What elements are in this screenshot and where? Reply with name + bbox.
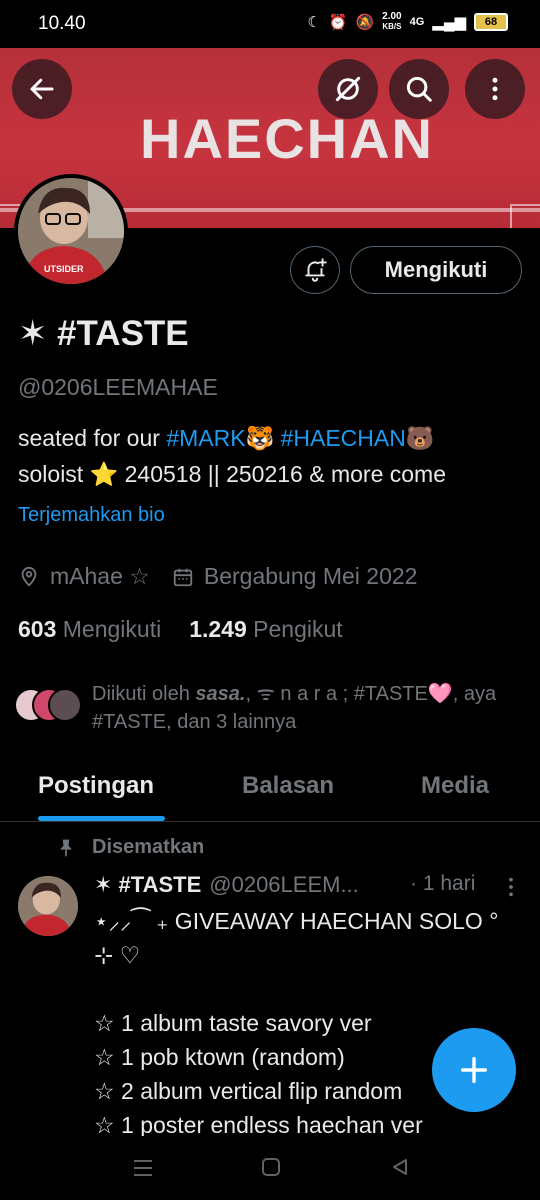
hashtag-haechan[interactable]: #HAECHAN🐻 bbox=[281, 425, 435, 451]
profile-bio: seated for our #MARK🐯 #HAECHAN🐻 soloist … bbox=[18, 420, 528, 492]
pinned-label: Disematkan bbox=[56, 836, 204, 859]
bio-text-line2: soloist ⭐ 240518 || 250216 & more come bbox=[18, 461, 446, 487]
profile-stats: 603 Mengikuti 1.249 Pengikut bbox=[18, 616, 343, 643]
post-avatar-image bbox=[18, 876, 78, 936]
following-button[interactable]: Mengikuti bbox=[350, 246, 522, 294]
mutual-avatar bbox=[48, 688, 82, 722]
tab-posts[interactable]: Postingan bbox=[38, 772, 154, 800]
grok-button[interactable] bbox=[318, 59, 378, 119]
profile-joined: Bergabung Mei 2022 bbox=[203, 563, 418, 589]
signal-icon: ▂▄▆ bbox=[432, 14, 466, 31]
mutual-avatars bbox=[14, 680, 84, 724]
post-header: ✶ #TASTE @0206LEEM... bbox=[94, 872, 359, 898]
followed-by[interactable]: Diikuti oleh sasa., ᯤ n a r a ; #TASTE🩷,… bbox=[14, 680, 512, 736]
post-author-name[interactable]: ✶ #TASTE bbox=[94, 872, 201, 898]
search-icon bbox=[406, 76, 432, 102]
system-nav-bar bbox=[0, 1136, 540, 1200]
avatar-image: UTSIDER bbox=[18, 178, 124, 284]
notification-bell-button[interactable] bbox=[290, 246, 340, 294]
status-time: 10.40 bbox=[38, 13, 86, 34]
display-name: ✶ #TASTE bbox=[18, 314, 189, 353]
more-vertical-icon bbox=[492, 77, 498, 101]
banner-post-right bbox=[510, 204, 540, 228]
bio-text: seated for our bbox=[18, 425, 167, 451]
following-stat[interactable]: 603 Mengikuti bbox=[18, 616, 161, 643]
back-button[interactable] bbox=[12, 59, 72, 119]
profile-avatar[interactable]: UTSIDER bbox=[14, 174, 128, 288]
alarm-icon: ⏰ bbox=[328, 14, 348, 31]
active-tab-indicator bbox=[38, 816, 165, 821]
tab-replies[interactable]: Balasan bbox=[242, 772, 334, 800]
pinned-text: Disematkan bbox=[92, 836, 205, 858]
post-author-avatar[interactable] bbox=[18, 876, 78, 936]
back-nav-icon[interactable] bbox=[390, 1157, 410, 1177]
banner-text: HAECHAN bbox=[140, 107, 434, 170]
calendar-icon bbox=[173, 568, 193, 586]
svg-text:UTSIDER: UTSIDER bbox=[44, 264, 84, 274]
mute-icon: 🔕 bbox=[355, 14, 375, 31]
home-icon[interactable] bbox=[261, 1157, 281, 1177]
grok-icon bbox=[335, 76, 361, 102]
status-icons: ☾ ⏰ 🔕 2.00 KB/S 4G ▂▄▆ 68 bbox=[307, 12, 508, 32]
followers-stat[interactable]: 1.249 Pengikut bbox=[189, 616, 342, 643]
pin-icon bbox=[60, 839, 72, 856]
search-button[interactable] bbox=[389, 59, 449, 119]
more-button[interactable] bbox=[465, 59, 525, 119]
tab-media[interactable]: Media bbox=[421, 772, 489, 800]
plus-icon bbox=[460, 1056, 488, 1084]
more-vertical-icon bbox=[509, 877, 513, 897]
hashtag-mark[interactable]: #MARK🐯 bbox=[166, 425, 274, 451]
profile-handle: @0206LEEMAHAE bbox=[18, 374, 218, 400]
location-icon bbox=[21, 566, 37, 587]
signal-label: 4G bbox=[409, 16, 425, 28]
status-bar: 10.40 ☾ ⏰ 🔕 2.00 KB/S 4G ▂▄▆ 68 bbox=[0, 0, 540, 48]
compose-button[interactable] bbox=[432, 1028, 516, 1112]
translate-bio-link[interactable]: Terjemahkan bio bbox=[18, 504, 165, 527]
moon-icon: ☾ bbox=[307, 14, 321, 31]
profile-location: mAhae ☆ bbox=[50, 563, 150, 589]
profile-tabs: Postingan Balasan Media bbox=[0, 758, 540, 822]
post-time: · 1 hari bbox=[410, 872, 476, 895]
network-speed: 2.00 KB/S bbox=[382, 11, 402, 32]
bell-plus-icon bbox=[305, 258, 327, 282]
arrow-left-icon bbox=[30, 78, 54, 100]
battery-icon: 68 bbox=[474, 13, 508, 31]
post-author-handle[interactable]: @0206LEEM... bbox=[209, 872, 359, 898]
recents-icon[interactable] bbox=[132, 1158, 154, 1178]
profile-meta: mAhae ☆ Bergabung Mei 2022 bbox=[18, 563, 417, 590]
post-more-button[interactable] bbox=[504, 876, 518, 903]
followed-by-text: Diikuti oleh sasa., ᯤ n a r a ; #TASTE🩷,… bbox=[92, 683, 497, 733]
